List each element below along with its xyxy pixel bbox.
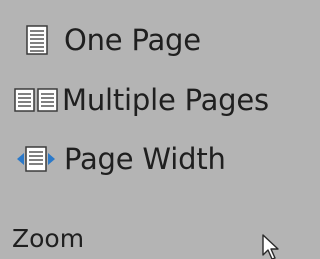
page-width-button[interactable]: Page Width	[12, 139, 226, 179]
multiple-pages-icon	[14, 85, 58, 115]
one-page-label: One Page	[64, 23, 201, 57]
zoom-group-label: Zoom	[12, 224, 85, 253]
multiple-pages-label: Multiple Pages	[62, 83, 269, 117]
page-width-icon	[16, 144, 56, 174]
one-page-button[interactable]: One Page	[12, 20, 201, 60]
multiple-pages-button[interactable]: Multiple Pages	[12, 80, 269, 120]
zoom-group: One Page Multiple Pages Page Width Zoom	[0, 0, 314, 259]
page-width-label: Page Width	[64, 142, 226, 176]
one-page-icon	[26, 25, 48, 55]
mouse-pointer-icon	[262, 234, 282, 259]
